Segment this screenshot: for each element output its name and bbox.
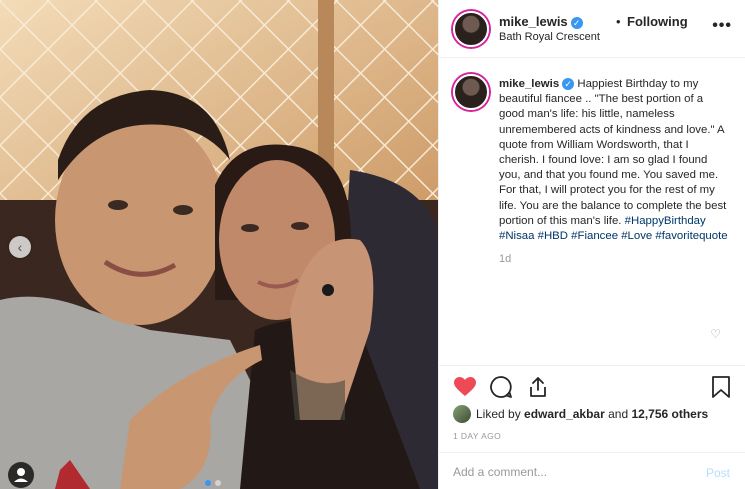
user-icon [14, 468, 28, 482]
likes-and: and [608, 407, 629, 421]
heart-icon[interactable] [453, 375, 477, 399]
caption-username[interactable]: mike_lewis [499, 78, 559, 90]
verified-badge-icon: ✓ [570, 17, 583, 29]
post-header: mike_lewis ✓ • Following Bath Royal Cresc… [439, 0, 745, 58]
comments-section[interactable]: mike_lewis ✓ Happiest Birthday to my beau… [439, 59, 745, 365]
caption-time: 1d [499, 253, 512, 266]
likes-count[interactable]: 12,756 others [631, 407, 708, 421]
location-link[interactable]: Bath Royal Crescent [499, 31, 600, 43]
caption-like-icon[interactable]: ♡ [710, 327, 721, 341]
share-icon[interactable] [526, 375, 550, 399]
add-comment-bar: Post [439, 452, 745, 489]
header-username[interactable]: mike_lewis ✓ [499, 14, 583, 29]
following-button[interactable]: Following [627, 14, 688, 29]
post-photo[interactable]: ‹ [0, 0, 438, 489]
bookmark-icon[interactable] [710, 375, 732, 399]
post-comment-button[interactable]: Post [706, 466, 730, 480]
verified-badge-icon: ✓ [562, 78, 575, 90]
caption-avatar[interactable] [453, 74, 489, 110]
carousel-dot [215, 480, 221, 486]
liker-username[interactable]: edward_akbar [524, 407, 605, 421]
photo-illustration [0, 0, 438, 489]
carousel-indicator [205, 480, 221, 486]
username-text[interactable]: mike_lewis [499, 14, 568, 29]
action-bar [439, 365, 745, 409]
caption: mike_lewis ✓ Happiest Birthday to my beau… [499, 77, 731, 267]
avatar[interactable] [453, 11, 489, 47]
post-timestamp[interactable]: 1 DAY AGO [453, 431, 501, 441]
comment-input[interactable] [453, 463, 683, 481]
more-options-icon[interactable]: ••• [712, 17, 732, 35]
liker-avatar[interactable] [453, 405, 471, 423]
carousel-prev-button[interactable]: ‹ [9, 236, 31, 258]
carousel-dot [205, 480, 211, 486]
likes-prefix: Liked by [476, 407, 521, 421]
follow-separator: • [616, 14, 621, 29]
likes-summary: Liked by edward_akbar and 12,756 others [453, 405, 708, 423]
post-sidebar: mike_lewis ✓ • Following Bath Royal Cresc… [438, 0, 745, 489]
tagged-people-button[interactable] [8, 462, 34, 488]
comment-icon[interactable] [489, 375, 513, 399]
caption-text: Happiest Birthday to my beautiful fiance… [499, 78, 727, 227]
